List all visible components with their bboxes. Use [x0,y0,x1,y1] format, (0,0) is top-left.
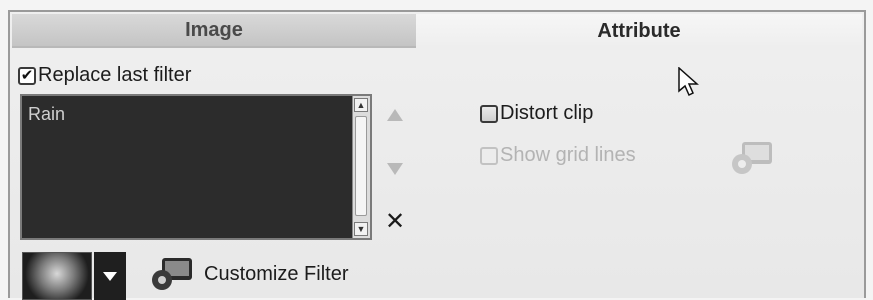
distort-clip-label: Distort clip [500,102,594,124]
filter-panel: Image Attribute ✔ Replace last filter Ra… [8,10,866,300]
distort-clip-checkbox[interactable]: Distort clip [480,102,593,125]
filter-list[interactable]: Rain ▲ ▼ [20,94,372,240]
gear-monitor-icon [152,258,192,290]
checkbox-box[interactable] [480,104,498,123]
show-grid-lines-label: Show grid lines [500,144,636,166]
tab-attribute[interactable]: Attribute [416,14,862,48]
grid-settings-button[interactable] [730,140,774,181]
list-scrollbar[interactable]: ▲ ▼ [352,96,370,238]
move-up-icon[interactable] [384,104,406,126]
customize-filter-label: Customize Filter [204,262,349,285]
checkmark-icon[interactable]: ✔ [18,66,36,85]
preset-dropdown-button[interactable] [94,252,126,300]
scroll-down-icon[interactable]: ▼ [354,222,368,236]
list-item[interactable]: Rain [28,104,65,125]
checkbox-box-disabled[interactable] [480,146,498,165]
move-down-icon[interactable] [384,158,406,180]
scroll-up-icon[interactable]: ▲ [354,98,368,112]
tab-image[interactable]: Image [12,14,416,48]
replace-last-filter-label: Replace last filter [38,64,192,86]
filter-preset-thumbnail[interactable] [22,252,92,300]
mouse-pointer-icon [678,66,700,102]
replace-last-filter-checkbox[interactable]: ✔ Replace last filter [18,64,191,87]
gear-monitor-icon [732,142,772,174]
chevron-down-icon [103,271,117,281]
remove-x-icon[interactable]: ✕ [384,208,406,235]
tab-attribute-label: Attribute [597,19,681,42]
show-grid-lines-checkbox[interactable]: Show grid lines [480,144,636,167]
customize-filter-button[interactable]: Customize Filter [150,256,348,292]
tab-image-label: Image [185,18,243,41]
scrollbar-thumb[interactable] [355,116,367,216]
